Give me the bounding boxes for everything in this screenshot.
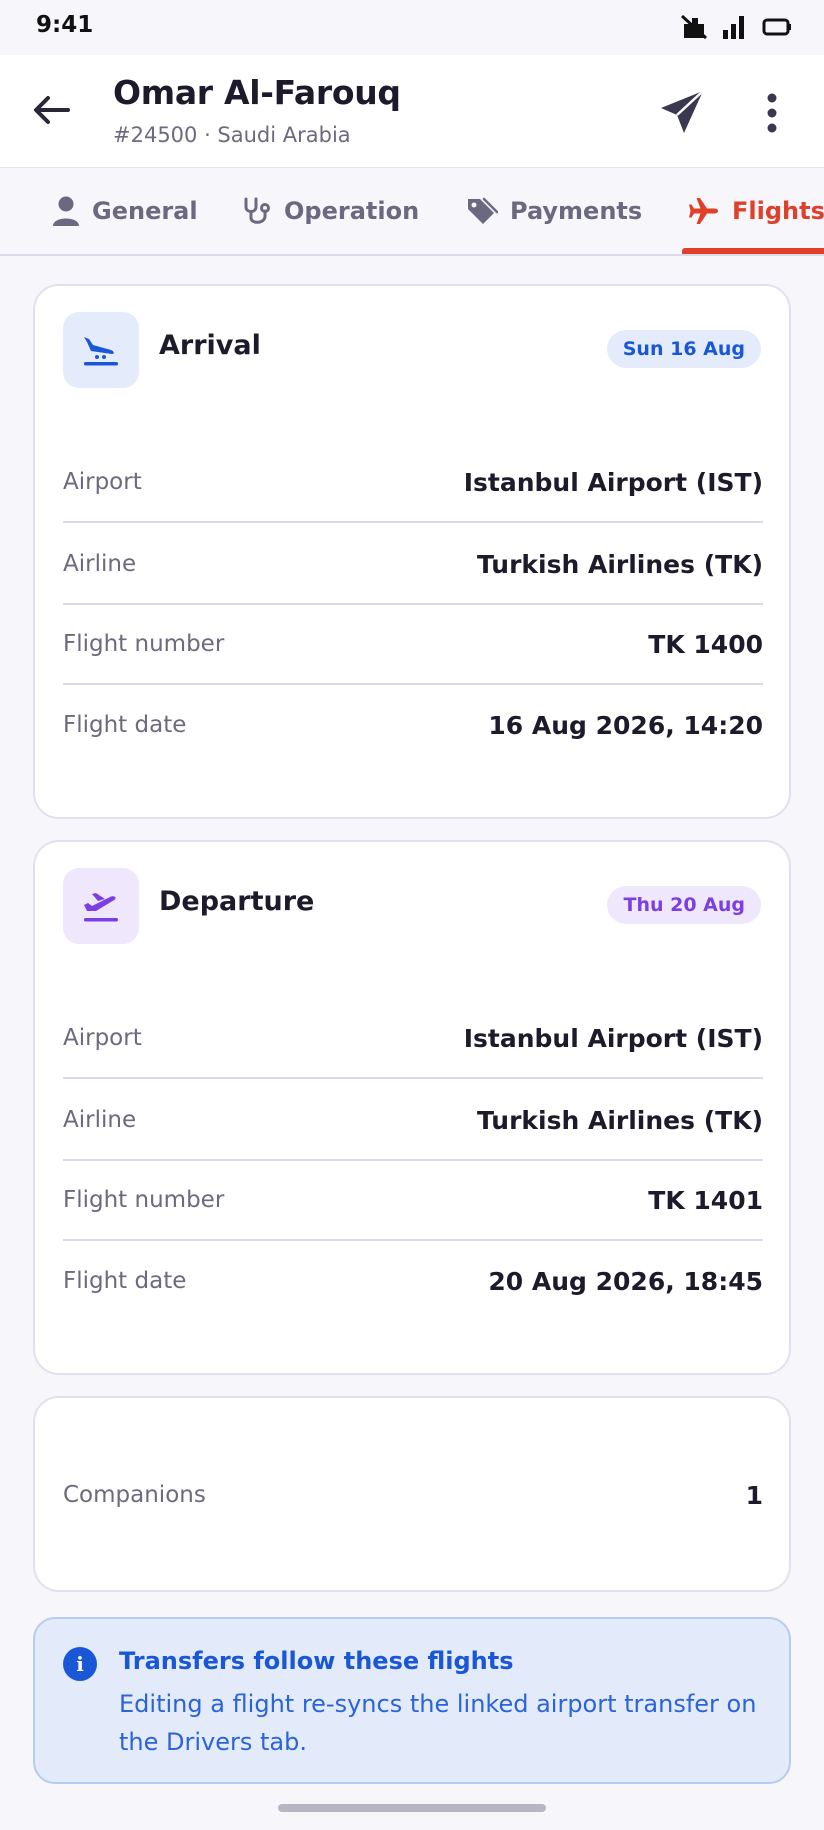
row-label: Flight date xyxy=(63,1268,187,1294)
more-options-button[interactable] xyxy=(752,88,792,138)
departure-flight-date-row: Flight date 20 Aug 2026, 18:45 xyxy=(63,1241,763,1321)
companions-row: Companions 1 xyxy=(63,1455,763,1535)
departure-airline-row: Airline Turkish Airlines (TK) xyxy=(63,1081,763,1161)
signal-icon xyxy=(723,16,744,39)
tab-payments-label: Payments xyxy=(510,197,643,225)
status-bar: 9:41 xyxy=(0,0,824,55)
row-label: Flight date xyxy=(63,712,187,738)
row-label: Airline xyxy=(63,1107,137,1133)
departure-date-badge: Thu 20 Aug xyxy=(607,886,761,924)
flight-land-icon xyxy=(84,337,118,366)
transfer-info-box: i Transfers follow these flights Editing… xyxy=(33,1617,791,1784)
companions-label: Companions xyxy=(63,1482,206,1508)
tab-operation[interactable]: Operation xyxy=(242,168,419,254)
row-label: Airline xyxy=(63,551,137,577)
arrival-flight-date-row: Flight date 16 Aug 2026, 14:20 xyxy=(63,685,763,765)
flight-takeoff-icon xyxy=(84,893,118,922)
row-value: TK 1401 xyxy=(648,1185,763,1215)
info-text: Editing a flight re-syncs the linked air… xyxy=(119,1690,757,1756)
row-label: Flight number xyxy=(63,1187,225,1213)
arrival-icon-tile xyxy=(63,312,139,388)
back-button[interactable] xyxy=(26,85,76,135)
arrival-airport-row: Airport Istanbul Airport (IST) xyxy=(63,443,763,523)
tab-operation-label: Operation xyxy=(284,197,420,225)
battery-icon xyxy=(762,18,791,36)
arrival-date-badge: Sun 16 Aug xyxy=(606,330,761,368)
arrow-left-icon xyxy=(34,96,70,124)
departure-icon-tile xyxy=(63,868,139,944)
tab-general-label: General xyxy=(92,197,198,225)
active-tab-indicator xyxy=(682,248,824,254)
tab-flights-label: Flights xyxy=(732,197,824,225)
arrival-airline-row: Airline Turkish Airlines (TK) xyxy=(63,525,763,605)
row-value: Turkish Airlines (TK) xyxy=(476,549,763,579)
arrival-flight-number-row: Flight number TK 1400 xyxy=(63,605,763,685)
airplane-icon xyxy=(689,198,718,224)
companions-value: 1 xyxy=(745,1480,763,1510)
person-icon xyxy=(53,196,79,226)
home-indicator[interactable] xyxy=(278,1804,546,1812)
info-icon: i xyxy=(63,1647,97,1681)
page-subtitle: #24500 · Saudi Arabia xyxy=(113,123,351,147)
tab-general[interactable]: General xyxy=(52,168,198,254)
page-title: Omar Al-Farouq xyxy=(113,73,401,112)
row-value: 20 Aug 2026, 18:45 xyxy=(488,1266,763,1296)
send-button[interactable] xyxy=(658,88,708,138)
send-icon xyxy=(661,90,704,133)
arrival-title: Arrival xyxy=(159,330,261,361)
row-label: Flight number xyxy=(63,631,225,657)
departure-card: Departure Thu 20 Aug Airport Istanbul Ai… xyxy=(33,840,791,1375)
tab-flights[interactable]: Flights xyxy=(688,168,824,254)
more-vertical-icon xyxy=(767,93,777,133)
row-value: TK 1400 xyxy=(648,629,763,659)
row-value: Istanbul Airport (IST) xyxy=(463,467,763,497)
row-value: Turkish Airlines (TK) xyxy=(476,1105,763,1135)
stethoscope-icon xyxy=(244,197,270,224)
info-title: Transfers follow these flights xyxy=(119,1647,514,1675)
app-bar: Omar Al-Farouq #24500 · Saudi Arabia xyxy=(0,55,824,169)
row-label: Airport xyxy=(63,1025,142,1051)
status-icons xyxy=(680,14,792,40)
tab-bar: General Operation Payments Flights xyxy=(0,168,824,256)
departure-flight-number-row: Flight number TK 1401 xyxy=(63,1161,763,1241)
companions-card: Companions 1 xyxy=(33,1396,791,1592)
row-value: Istanbul Airport (IST) xyxy=(463,1023,763,1053)
row-value: 16 Aug 2026, 14:20 xyxy=(488,710,763,740)
departure-title: Departure xyxy=(159,886,315,917)
dnd-icon xyxy=(680,14,708,40)
tag-icon xyxy=(468,197,498,224)
departure-airport-row: Airport Istanbul Airport (IST) xyxy=(63,999,763,1079)
status-time: 9:41 xyxy=(36,12,94,38)
row-label: Airport xyxy=(63,469,142,495)
tab-payments[interactable]: Payments xyxy=(466,168,642,254)
arrival-card: Arrival Sun 16 Aug Airport Istanbul Airp… xyxy=(33,284,791,819)
